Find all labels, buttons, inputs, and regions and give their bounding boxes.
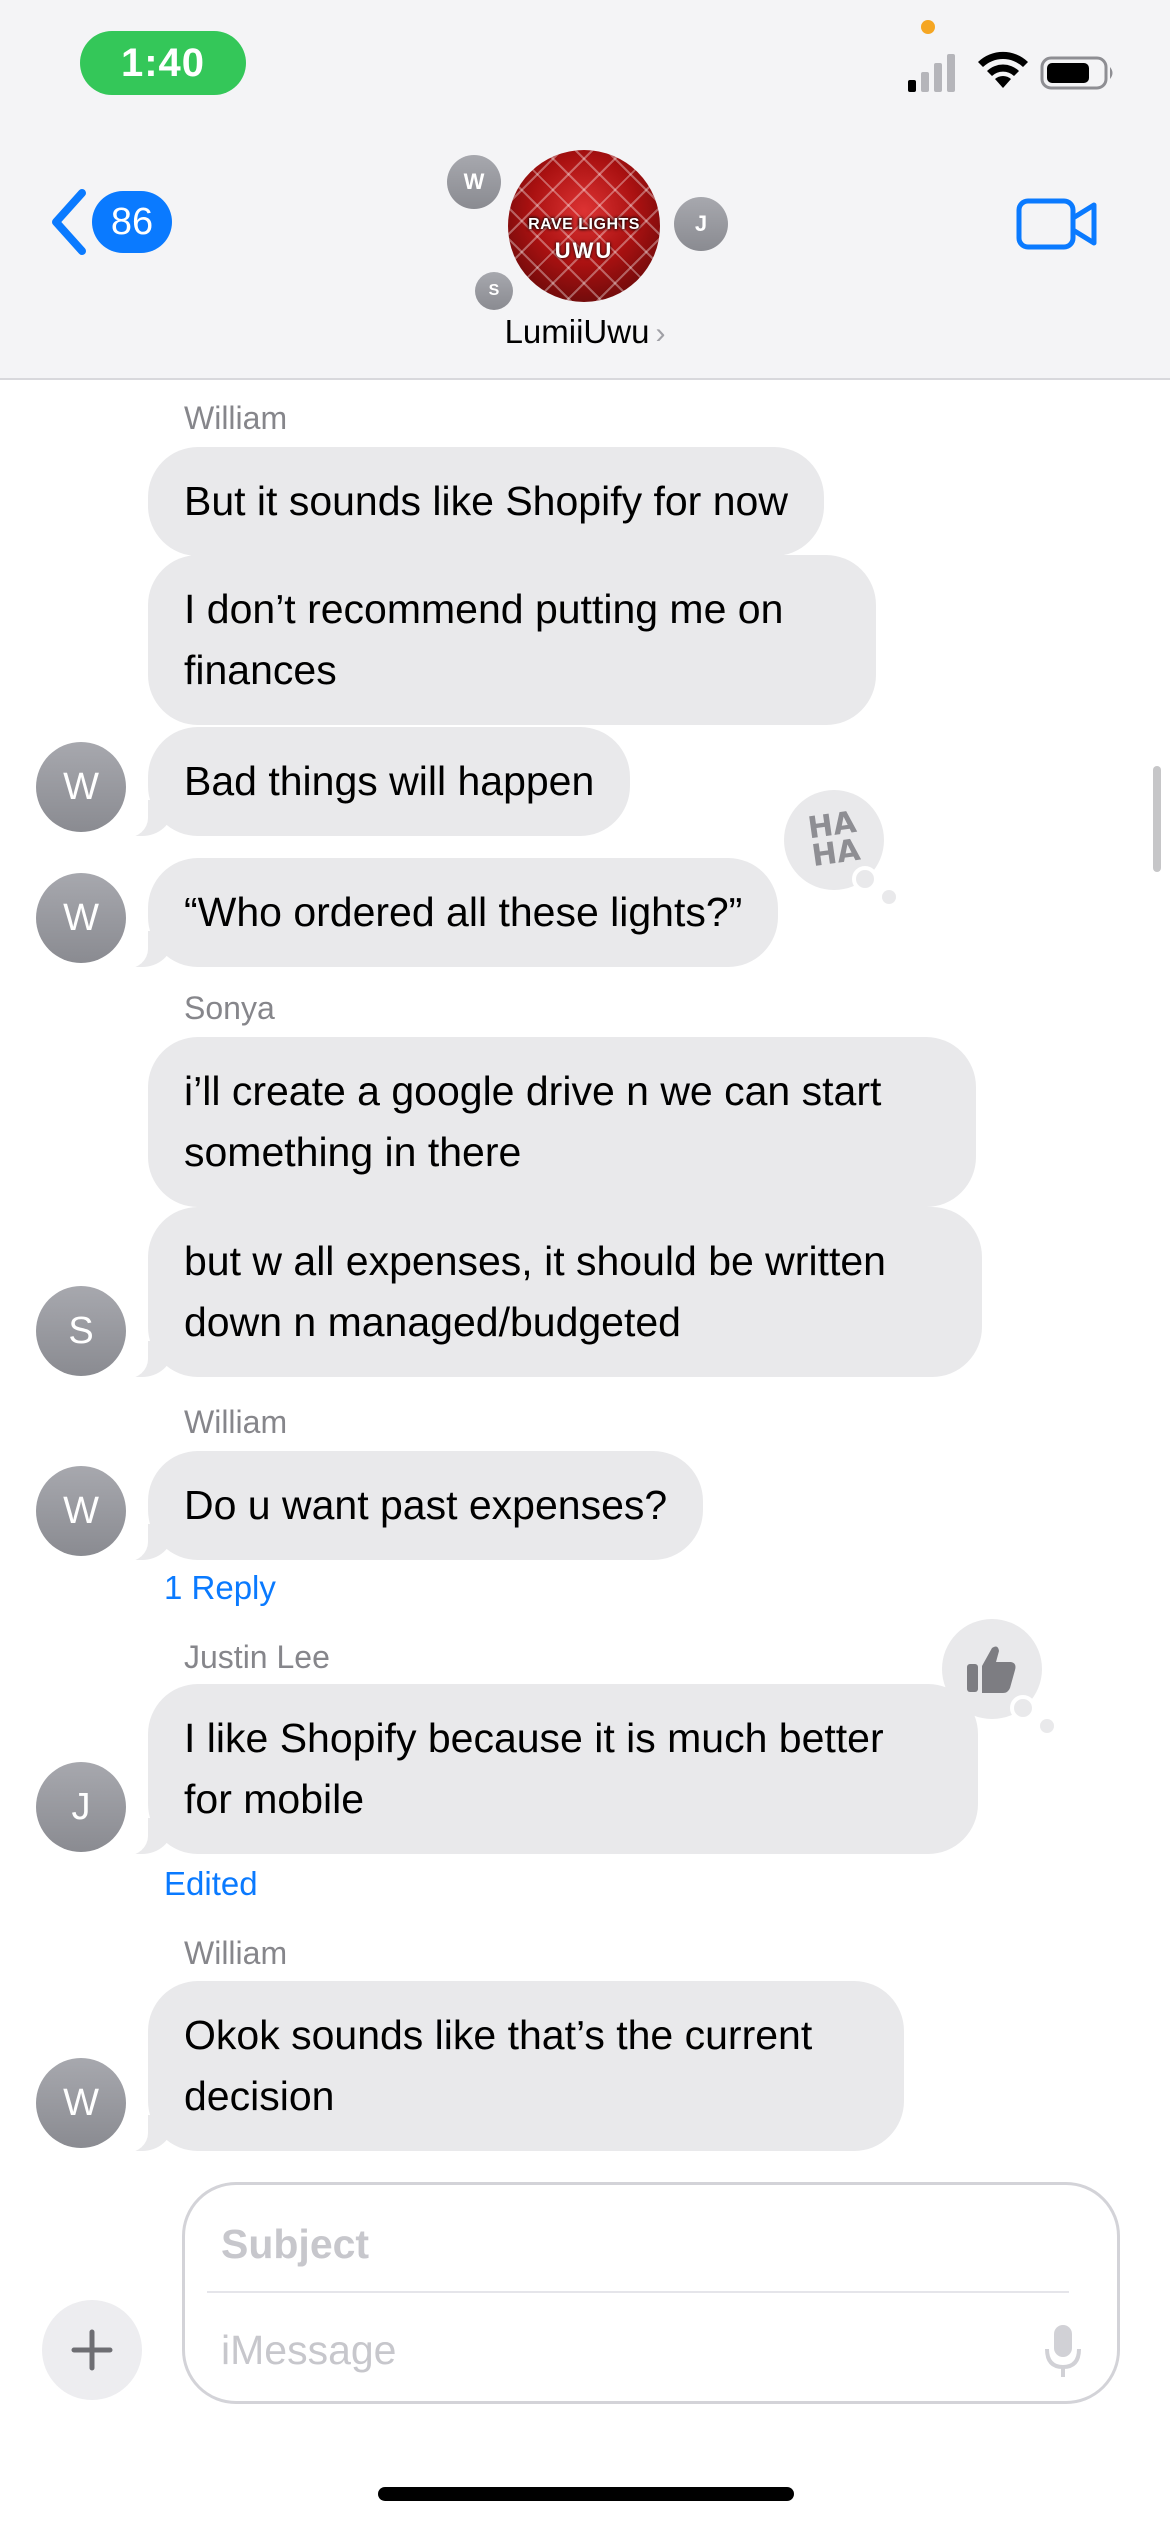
- tapback-tail-dot: [882, 890, 896, 904]
- back-button[interactable]: 86: [46, 182, 176, 262]
- member-avatar-j: J: [674, 197, 728, 251]
- plus-icon: [71, 2329, 113, 2371]
- member-avatar-s: S: [475, 272, 513, 310]
- haha-icon: HA HA: [805, 804, 863, 875]
- battery-icon: [1040, 56, 1113, 90]
- thumbs-up-tapback[interactable]: [942, 1619, 1054, 1733]
- sender-name: William: [184, 1404, 288, 1440]
- message-text: Do u want past expenses?: [184, 1482, 668, 1528]
- sender-avatar[interactable]: W: [36, 1466, 126, 1556]
- reply-count-link[interactable]: 1 Reply: [164, 1569, 276, 1607]
- sender-avatar[interactable]: W: [36, 742, 126, 832]
- sender-avatar[interactable]: W: [36, 873, 126, 963]
- tapback-tail-dot: [852, 866, 878, 892]
- home-indicator[interactable]: [378, 2487, 794, 2501]
- message-bubble[interactable]: i’ll create a google drive n we can star…: [148, 1037, 976, 1207]
- message-bubble[interactable]: I like Shopify because it is much better…: [120, 1684, 978, 1856]
- message-bubble[interactable]: Bad things will happen: [119, 727, 631, 838]
- subject-input[interactable]: [221, 2211, 1061, 2277]
- message-composer: [182, 2182, 1120, 2404]
- composer-divider: [207, 2291, 1069, 2293]
- scroll-indicator[interactable]: [1153, 766, 1161, 872]
- microphone-icon[interactable]: [1043, 2323, 1083, 2379]
- message-bubble[interactable]: I don’t recommend putting me on finances: [148, 555, 876, 725]
- message-bubble[interactable]: Do u want past expenses?: [119, 1451, 704, 1562]
- tapback-tail-dot: [1040, 1719, 1054, 1733]
- unread-count-badge: 86: [92, 191, 172, 253]
- group-avatar[interactable]: RAVE LIGHTS UWU: [508, 150, 660, 302]
- sender-name: Justin Lee: [184, 1639, 330, 1675]
- sender-name: Sonya: [184, 990, 275, 1026]
- conversation-header: 1:40 86 W RAVE LIGHTS UWU J S LumiiUwu ›: [0, 0, 1170, 380]
- sender-name: William: [184, 400, 288, 436]
- haha-tapback[interactable]: HA HA: [784, 790, 896, 904]
- messages-app: 1:40 86 W RAVE LIGHTS UWU J S LumiiUwu ›…: [0, 0, 1170, 2532]
- message-text: but w all expenses, it should be written…: [184, 1238, 886, 1345]
- thumbs-up-icon: [967, 1646, 1016, 1693]
- facetime-video-icon[interactable]: [1016, 196, 1098, 252]
- avatar-logo-text-top: RAVE LIGHTS: [528, 216, 640, 233]
- member-avatar-w: W: [447, 155, 501, 209]
- group-name: LumiiUwu: [504, 313, 650, 350]
- apps-plus-button[interactable]: [42, 2300, 142, 2400]
- message-text: “Who ordered all these lights?”: [184, 889, 743, 935]
- sender-avatar[interactable]: J: [36, 1762, 126, 1852]
- message-text: I like Shopify because it is much better…: [184, 1715, 884, 1822]
- cellular-signal-icon: [908, 54, 955, 92]
- sender-avatar[interactable]: W: [36, 2058, 126, 2148]
- message-bubble[interactable]: but w all expenses, it should be written…: [120, 1207, 982, 1379]
- chevron-right-icon: ›: [655, 317, 666, 350]
- tapback-tail-dot: [1010, 1695, 1036, 1721]
- sender-name: William: [184, 1935, 288, 1971]
- message-bubble[interactable]: “Who ordered all these lights?”: [119, 858, 779, 969]
- message-text: Bad things will happen: [184, 758, 595, 804]
- sender-avatar[interactable]: S: [36, 1286, 126, 1376]
- message-text: Okok sounds like that’s the current deci…: [184, 2012, 813, 2119]
- status-time[interactable]: 1:40: [80, 31, 246, 95]
- chevron-left-icon: [52, 189, 86, 255]
- wifi-icon: [978, 51, 1028, 88]
- privacy-indicator-dot: [921, 20, 935, 34]
- message-bubble[interactable]: Okok sounds like that’s the current deci…: [120, 1981, 904, 2153]
- group-name-button[interactable]: LumiiUwu ›: [0, 313, 1170, 351]
- imessage-input[interactable]: [221, 2317, 1001, 2383]
- message-bubble[interactable]: But it sounds like Shopify for now: [148, 447, 824, 556]
- avatar-logo-text-bottom: UWU: [554, 238, 614, 263]
- edited-label[interactable]: Edited: [164, 1865, 258, 1903]
